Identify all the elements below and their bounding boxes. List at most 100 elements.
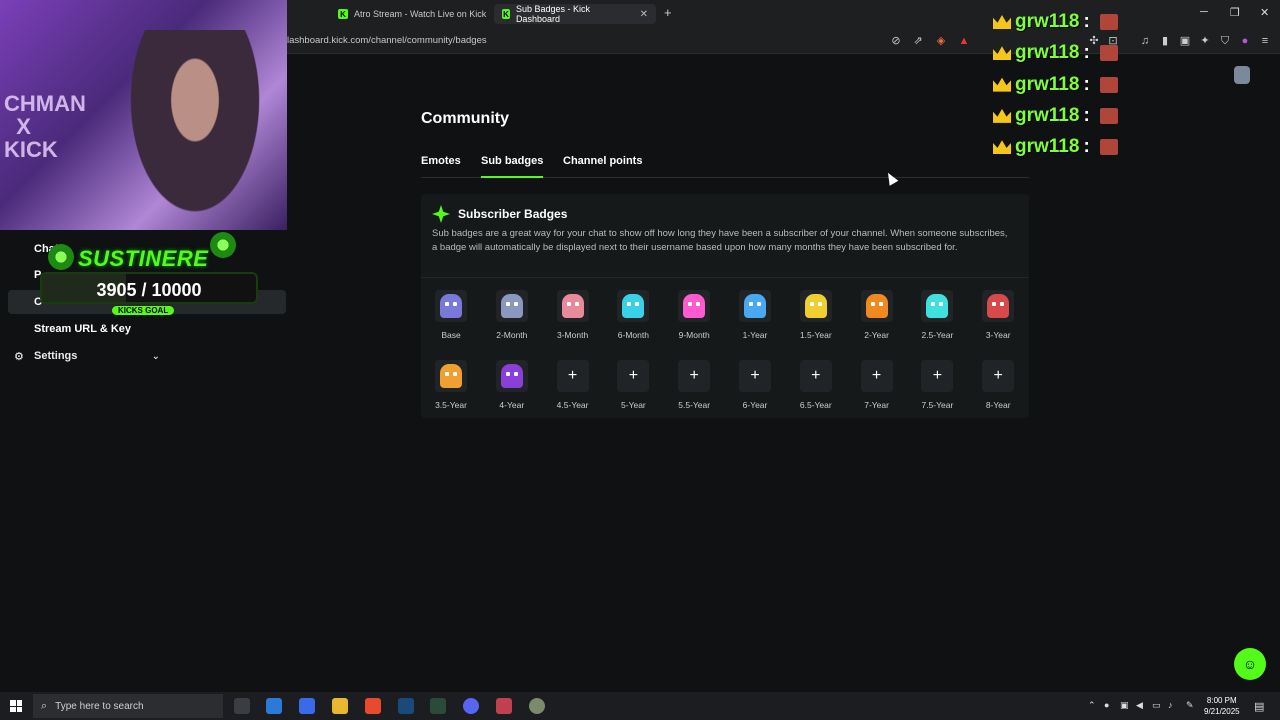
badge-image[interactable] (921, 290, 954, 322)
badge-item[interactable]: +4.5-Year (543, 360, 603, 410)
add-badge-button[interactable]: + (739, 360, 771, 392)
badge-item[interactable]: 3.5-Year (421, 360, 481, 410)
network-icon[interactable]: ▭ (1152, 700, 1161, 711)
badge-item[interactable]: 1-Year (725, 290, 785, 340)
minimize-button[interactable]: ─ (1200, 6, 1208, 18)
chat-username: grw118 (1015, 11, 1080, 32)
close-tab-icon[interactable]: ✕ (640, 9, 648, 20)
badge-item[interactable]: 3-Year (968, 290, 1028, 340)
tab-atro-stream[interactable]: K Atro Stream - Watch Live on Kick (330, 4, 494, 24)
badge-image[interactable] (495, 290, 528, 322)
new-tab-button[interactable]: + (664, 5, 672, 20)
sidebar-item-stream-url[interactable]: Stream URL & Key (34, 323, 131, 335)
monster-badge-icon (804, 294, 827, 318)
badge-image[interactable] (617, 290, 650, 322)
brave-shield-icon[interactable]: ◈ (934, 34, 948, 48)
badge-item[interactable]: +7.5-Year (907, 360, 967, 410)
settings-label: Settings (34, 350, 78, 362)
tab-channel-points[interactable]: Channel points (563, 155, 642, 178)
badge-item[interactable]: +8-Year (968, 360, 1028, 410)
steam-icon[interactable] (398, 698, 414, 714)
badge-item[interactable]: 9-Month (664, 290, 724, 340)
badge-label: 3.5-Year (435, 400, 467, 410)
windows-start-icon[interactable] (10, 700, 22, 712)
add-badge-button[interactable]: + (982, 360, 1015, 392)
add-badge-button[interactable]: + (617, 360, 650, 392)
sidebar-item-settings[interactable]: ⚙ Settings ⌄ (14, 349, 160, 363)
taskbar-clock[interactable]: 8:00 PM 9/21/2025 (1204, 695, 1240, 717)
badge-item[interactable]: +5-Year (603, 360, 663, 410)
obs-icon[interactable] (529, 698, 545, 714)
file-explorer-icon[interactable] (332, 698, 348, 714)
leo-icon[interactable]: ✦ (1198, 34, 1212, 48)
streamer-video (120, 30, 270, 230)
vpn-icon[interactable]: ⛉ (1218, 34, 1232, 48)
restore-button[interactable]: ❐ (1230, 6, 1240, 19)
task-view-icon[interactable] (234, 698, 250, 714)
tray-chevron-up-icon[interactable]: ⌃ (1088, 700, 1096, 711)
close-window-button[interactable]: ✕ (1260, 6, 1269, 19)
profile-icon[interactable]: ● (1238, 34, 1252, 48)
tab-sub-badges[interactable]: K Sub Badges - Kick Dashboard ✕ (494, 4, 656, 24)
sidebar-icon[interactable]: ▮ (1158, 34, 1172, 48)
badge-image[interactable] (982, 290, 1015, 322)
add-badge-button[interactable]: + (799, 360, 832, 392)
add-badge-button[interactable]: + (678, 360, 711, 392)
support-chat-button[interactable]: ☺ (1234, 648, 1266, 680)
plus-icon: + (750, 367, 760, 384)
monster-badge-icon (500, 364, 523, 388)
avatar[interactable] (1234, 66, 1250, 84)
share-icon[interactable]: ⇗ (911, 34, 925, 48)
pen-icon[interactable]: ✎ (1186, 700, 1194, 711)
badge-label: 3-Month (557, 330, 589, 340)
brave-browser-icon[interactable] (365, 698, 381, 714)
m365-icon[interactable] (299, 698, 315, 714)
badge-item[interactable]: 3-Month (543, 290, 603, 340)
badge-image[interactable] (739, 290, 771, 322)
gem-icon (210, 232, 236, 258)
badge-item[interactable]: 2-Year (847, 290, 907, 340)
badge-image[interactable] (556, 290, 589, 322)
xbox-icon[interactable] (430, 698, 446, 714)
microphone-icon[interactable]: ● (1104, 700, 1109, 710)
taskbar-search-input[interactable]: ⌕ Type here to search (33, 694, 223, 718)
tab-sub-badges[interactable]: Sub badges (481, 155, 544, 178)
badge-item[interactable]: 4-Year (482, 360, 542, 410)
wallet-icon[interactable]: ▣ (1178, 34, 1192, 48)
badge-item[interactable]: 6-Month (603, 290, 663, 340)
badge-image[interactable] (678, 290, 711, 322)
badge-image[interactable] (435, 360, 467, 392)
speaker-icon[interactable]: ♪ (1168, 700, 1173, 710)
url-field[interactable]: lashboard.kick.com/channel/community/bad… (287, 35, 487, 46)
subscriber-badges-card: Subscriber Badges Sub badges are a great… (421, 194, 1029, 418)
badge-item[interactable]: +5.5-Year (664, 360, 724, 410)
badge-item[interactable]: +7-Year (847, 360, 907, 410)
plus-icon: + (811, 367, 821, 384)
add-badge-button[interactable]: + (921, 360, 954, 392)
badge-item[interactable]: +6.5-Year (786, 360, 846, 410)
badge-item[interactable]: +6-Year (725, 360, 785, 410)
app-icon[interactable] (496, 698, 512, 714)
badge-item[interactable]: Base (421, 290, 481, 340)
discord-icon[interactable] (463, 698, 479, 714)
add-badge-button[interactable]: + (860, 360, 893, 392)
rewards-icon[interactable]: ▲ (957, 34, 971, 48)
copilot-icon[interactable] (266, 698, 282, 714)
chat-message: grw118: (993, 42, 1118, 64)
badge-image[interactable] (435, 290, 467, 322)
volume-icon[interactable]: ◀ (1136, 700, 1143, 711)
badge-item[interactable]: 2.5-Year (907, 290, 967, 340)
notifications-icon[interactable]: ▤ (1254, 700, 1264, 713)
badge-item[interactable]: 2-Month (482, 290, 542, 340)
badge-image[interactable] (799, 290, 832, 322)
menu-icon[interactable]: ≡ (1258, 34, 1272, 48)
mute-icon[interactable]: ⊘ (889, 34, 903, 48)
monster-badge-icon (440, 364, 462, 388)
badge-image[interactable] (495, 360, 528, 392)
badge-image[interactable] (860, 290, 893, 322)
tray-app-icon[interactable]: ▣ (1120, 700, 1129, 711)
add-badge-button[interactable]: + (556, 360, 589, 392)
music-icon[interactable]: ♫ (1138, 34, 1152, 48)
badge-item[interactable]: 1.5-Year (786, 290, 846, 340)
tab-emotes[interactable]: Emotes (421, 155, 461, 178)
